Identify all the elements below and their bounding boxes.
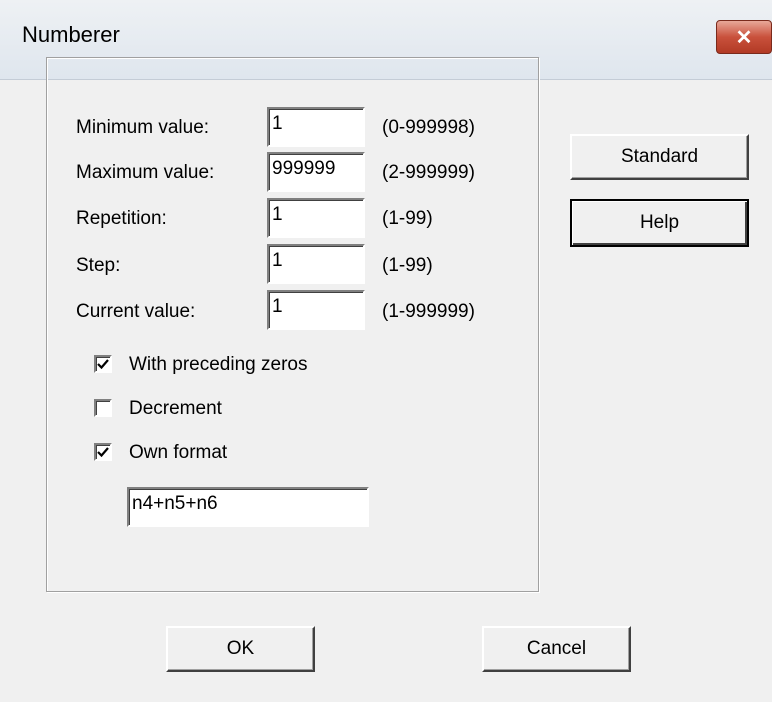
decrement-checkbox[interactable]: [94, 399, 112, 417]
decrement-label[interactable]: Decrement: [129, 398, 222, 420]
checkmark-icon: [97, 359, 109, 370]
maximum-value-range: (2-999999): [382, 162, 475, 183]
numberer-dialog: Numberer ✕ Minimum value: 1 (0-999998) M…: [0, 0, 772, 702]
checkmark-icon: [97, 447, 109, 458]
current-value-input[interactable]: 1: [267, 290, 365, 330]
with-preceding-zeros-checkbox[interactable]: [94, 355, 112, 373]
ok-button[interactable]: OK: [166, 626, 315, 672]
minimum-value-range: (0-999998): [382, 117, 475, 138]
step-label: Step:: [76, 255, 121, 276]
step-range: (1-99): [382, 255, 433, 276]
help-button[interactable]: Help: [570, 199, 749, 247]
window-title: Numberer: [22, 22, 120, 47]
current-value-range: (1-999999): [382, 301, 475, 322]
step-input[interactable]: 1: [267, 244, 365, 284]
maximum-value-label: Maximum value:: [76, 162, 215, 183]
minimum-value-label: Minimum value:: [76, 117, 210, 138]
with-preceding-zeros-label[interactable]: With preceding zeros: [129, 354, 307, 376]
repetition-input[interactable]: 1: [267, 198, 365, 238]
repetition-range: (1-99): [382, 208, 433, 229]
cancel-button[interactable]: Cancel: [482, 626, 631, 672]
close-icon: ✕: [735, 26, 753, 49]
repetition-label: Repetition:: [76, 208, 167, 229]
close-button[interactable]: ✕: [716, 20, 772, 54]
own-format-checkbox[interactable]: [94, 443, 112, 461]
minimum-value-input[interactable]: 1: [267, 107, 365, 147]
standard-button[interactable]: Standard: [570, 134, 749, 180]
maximum-value-input[interactable]: 999999: [267, 152, 365, 192]
own-format-label[interactable]: Own format: [129, 442, 227, 464]
current-value-label: Current value:: [76, 301, 196, 322]
own-format-input[interactable]: n4+n5+n6: [127, 487, 369, 527]
